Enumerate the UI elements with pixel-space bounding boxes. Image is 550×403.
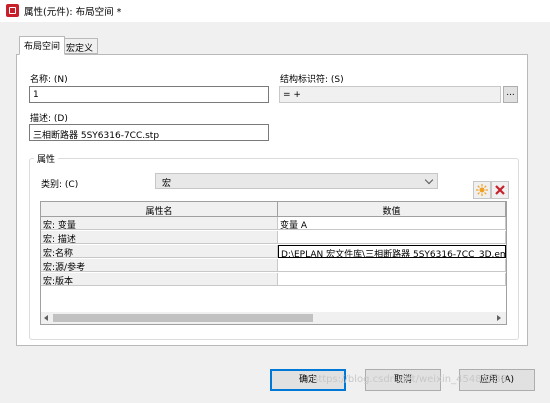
title-bar: 属性(元件): 布局空间 *: [0, 0, 550, 22]
watermark: https://blog.csdn.net/weixin_45483888: [312, 374, 508, 385]
table-row-name[interactable]: 宏:版本: [41, 273, 278, 286]
struct-browse-button[interactable]: ...: [503, 86, 518, 103]
table-row-value-editing[interactable]: D:\EPLAN 宏文件库\三相断路器 5SY6316-7CC_3D.ema: [278, 245, 506, 258]
category-value: 宏: [162, 179, 172, 189]
app-icon: [6, 4, 19, 17]
delete-x-icon: [495, 185, 505, 195]
table-row-value[interactable]: [278, 259, 506, 272]
name-input[interactable]: 1: [29, 86, 269, 103]
scroll-right-icon[interactable]: [497, 315, 501, 321]
table-row-value[interactable]: [278, 273, 506, 286]
sun-icon: [476, 184, 488, 196]
table-row-name[interactable]: 宏:名称: [41, 245, 278, 258]
scrollbar-thumb[interactable]: [53, 314, 313, 322]
properties-table: 属性名 数值 宏: 变量 变量 A 宏: 描述 宏:名称 D:\EPLAN 宏文…: [40, 201, 507, 325]
category-select[interactable]: 宏: [155, 173, 438, 189]
tab-layout-space[interactable]: 布局空间: [19, 36, 66, 55]
name-label: 名称: (N): [30, 75, 68, 85]
properties-group-title: 属性: [34, 152, 59, 165]
horizontal-scrollbar[interactable]: [41, 312, 506, 324]
scroll-left-icon[interactable]: [44, 315, 48, 321]
column-header-name[interactable]: 属性名: [41, 202, 278, 217]
new-property-button[interactable]: [473, 181, 491, 199]
desc-label: 描述: (D): [30, 114, 68, 124]
chevron-down-icon: [424, 175, 434, 185]
desc-input[interactable]: 三相断路器 5SY6316-7CC.stp: [29, 124, 269, 141]
struct-label: 结构标识符: (S): [280, 75, 344, 85]
table-row-name[interactable]: 宏: 变量: [41, 217, 278, 230]
struct-input[interactable]: = +: [279, 86, 501, 103]
table-row-name[interactable]: 宏:源/参考: [41, 259, 278, 272]
category-label: 类别: (C): [41, 180, 79, 190]
window-title: 属性(元件): 布局空间 *: [24, 7, 122, 18]
tab-macro-definition[interactable]: 宏定义: [61, 38, 99, 54]
delete-property-button[interactable]: [491, 181, 509, 199]
column-header-value[interactable]: 数值: [278, 202, 506, 217]
table-row-name[interactable]: 宏: 描述: [41, 231, 278, 244]
table-row-value[interactable]: 变量 A: [278, 217, 506, 230]
table-row-value[interactable]: [278, 231, 506, 244]
